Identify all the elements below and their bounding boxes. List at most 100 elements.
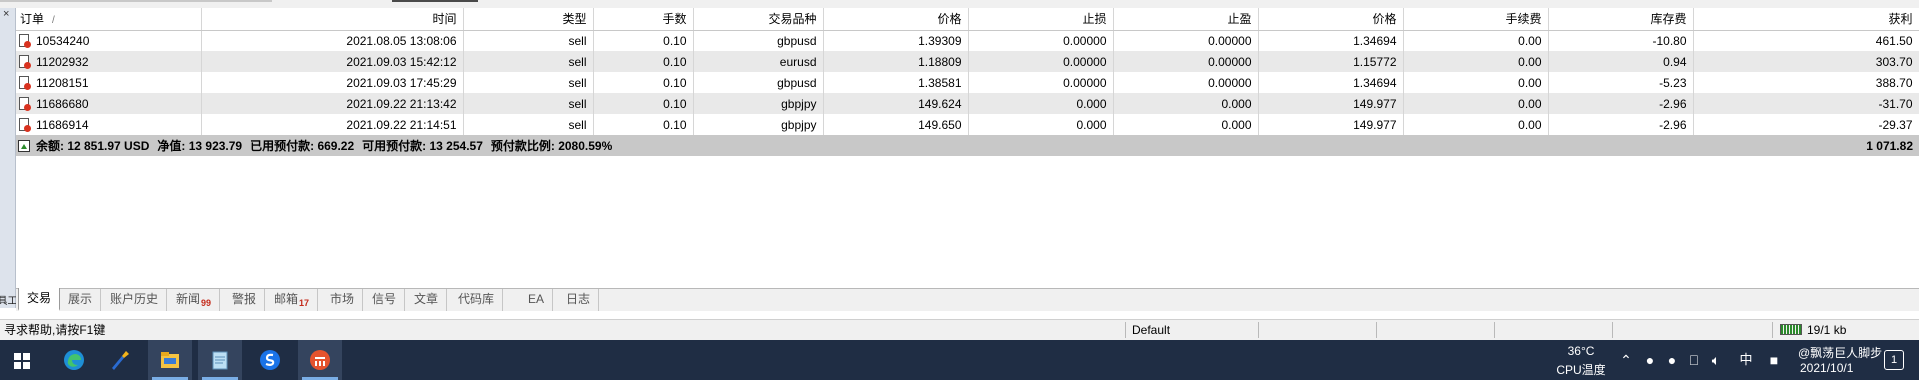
column-header-order[interactable]: 订单 / <box>16 8 202 31</box>
news-badge: 99 <box>201 298 212 308</box>
sl-cell: 0.000 <box>968 114 1114 135</box>
margin-level-value: 预付款比例: 2080.59% <box>490 139 613 153</box>
equity-value: 净值: 13 923.79 <box>157 139 243 153</box>
tab-ea[interactable]: EA <box>520 289 554 311</box>
cpu-temperature[interactable]: 36°C <box>1560 344 1602 358</box>
swap-cell: -2.96 <box>1548 93 1694 114</box>
column-header-open-price[interactable]: 价格 <box>823 8 969 31</box>
trading-terminal-icon <box>310 350 330 370</box>
status-profile[interactable]: Default <box>1128 320 1170 340</box>
price-cell: 1.34694 <box>1258 30 1404 51</box>
taskbar-edge[interactable] <box>52 340 96 380</box>
account-summary-row[interactable]: 余额: 12 851.97 USD 净值: 13 923.79 已用预付款: 669… <box>16 135 1919 156</box>
symbol-cell: gbpusd <box>693 30 824 51</box>
taskbar-paint[interactable] <box>98 340 142 380</box>
table-row[interactable]: 11686914 2021.09.22 21:14:51 sell 0.10 g… <box>16 114 1919 135</box>
order-cell: 11686680 <box>16 93 202 114</box>
user-name: @飘荡巨人脚步 <box>1798 346 1883 360</box>
terminal-tab-bar: 交易 展示 账户历史 新闻99 警报 邮箱17 市场 信号 文章 代码库 EA … <box>16 288 1919 311</box>
tab-articles[interactable]: 文章 <box>406 289 448 311</box>
volume-cell: 0.10 <box>593 93 694 114</box>
table-row[interactable]: 11686680 2021.09.22 21:13:42 sell 0.10 g… <box>16 93 1919 114</box>
table-row[interactable]: 11202932 2021.09.03 15:42:12 sell 0.10 e… <box>16 51 1919 72</box>
taskbar-trading-terminal[interactable] <box>298 340 342 380</box>
start-button[interactable] <box>0 340 44 380</box>
clock-date[interactable]: 2021/10/1 <box>1800 361 1853 375</box>
table-row[interactable]: 10534240 2021.08.05 13:08:06 sell 0.10 g… <box>16 30 1919 51</box>
chevron-up-icon[interactable]: ⌃ <box>1618 352 1634 368</box>
tab-trade[interactable]: 交易 <box>18 288 61 311</box>
status-divider <box>1612 322 1613 338</box>
type-cell: sell <box>463 30 594 51</box>
column-header-type[interactable]: 类型 <box>463 8 594 31</box>
column-header-swap[interactable]: 库存费 <box>1548 8 1694 31</box>
tab-exposure[interactable]: 展示 <box>60 289 102 311</box>
time-cell: 2021.09.03 17:45:29 <box>201 72 464 93</box>
ime-indicator[interactable]: 中 <box>1738 352 1754 368</box>
taskbar-notepad[interactable] <box>198 340 242 380</box>
total-profit-cell: 1 071.82 <box>1693 135 1919 156</box>
tp-cell: 0.00000 <box>1113 51 1259 72</box>
account-summary: 余额: 12 851.97 USD 净值: 13 923.79 已用预付款: 669… <box>16 135 1693 156</box>
connection-bars-icon <box>1780 324 1802 335</box>
tab-journal[interactable]: 日志 <box>558 289 600 311</box>
sell-order-icon <box>18 54 32 69</box>
tab-account-history[interactable]: 账户历史 <box>102 289 168 311</box>
tab-code-base[interactable]: 代码库 <box>450 289 504 311</box>
column-header-time[interactable]: 时间 <box>201 8 464 31</box>
column-header-volume[interactable]: 手数 <box>593 8 694 31</box>
column-header-sl[interactable]: 止损 <box>968 8 1114 31</box>
symbol-cell: gbpjpy <box>693 114 824 135</box>
tab-news[interactable]: 新闻99 <box>168 289 221 311</box>
column-header-symbol[interactable]: 交易品种 <box>693 8 824 31</box>
paint-brush-icon <box>112 351 129 370</box>
column-header-commission[interactable]: 手续费 <box>1403 8 1549 31</box>
price-cell: 149.977 <box>1258 93 1404 114</box>
order-number: 11208151 <box>36 75 89 90</box>
qq-icon[interactable]: ● <box>1642 352 1658 368</box>
swap-cell: -2.96 <box>1548 114 1694 135</box>
connection-status[interactable]: 19/1 kb <box>1776 320 1846 340</box>
sl-cell: 0.000 <box>968 93 1114 114</box>
open-price-cell: 1.39309 <box>823 30 969 51</box>
sell-order-icon <box>18 117 32 132</box>
column-header-price[interactable]: 价格 <box>1258 8 1404 31</box>
top-strip <box>0 0 1919 8</box>
tab-alerts[interactable]: 警报 <box>224 289 266 311</box>
toolbox-label: 工具箱 <box>0 295 16 305</box>
tab-signals[interactable]: 信号 <box>364 289 406 311</box>
free-margin-value: 可用预付款: 13 254.57 <box>362 139 483 153</box>
tab-mailbox[interactable]: 邮箱17 <box>266 289 319 311</box>
notepad-icon <box>212 351 228 370</box>
column-header-tp[interactable]: 止盈 <box>1113 8 1259 31</box>
taskbar-sogou[interactable] <box>248 340 292 380</box>
notification-icon[interactable]: 1 <box>1884 350 1904 370</box>
tp-cell: 0.00000 <box>1113 72 1259 93</box>
open-price-cell: 1.18809 <box>823 51 969 72</box>
order-cell: 11202932 <box>16 51 202 72</box>
type-cell: sell <box>463 51 594 72</box>
cpu-temperature-label: CPU温度 <box>1556 363 1606 377</box>
price-cell: 1.34694 <box>1258 72 1404 93</box>
symbol-cell: gbpjpy <box>693 93 824 114</box>
column-header-profit[interactable]: 获利 <box>1693 8 1919 31</box>
qq-icon[interactable]: ● <box>1664 352 1680 368</box>
edge-icon <box>64 350 84 370</box>
network-icon[interactable]: ⎕ <box>1686 352 1702 368</box>
windows-taskbar: 36°C CPU温度 ⌃ ● ● ⎕ 🔈︎ 中 ■ @飘荡巨人脚步 2021/1… <box>0 340 1919 380</box>
sogou-icon <box>260 350 280 370</box>
close-icon[interactable]: × <box>3 8 9 20</box>
taskbar-file-explorer[interactable] <box>148 340 192 380</box>
commission-cell: 0.00 <box>1403 93 1549 114</box>
start-icon <box>14 353 30 369</box>
type-cell: sell <box>463 93 594 114</box>
tab-market[interactable]: 市场 <box>322 289 364 311</box>
time-cell: 2021.09.22 21:13:42 <box>201 93 464 114</box>
volume-icon[interactable]: 🔈︎ <box>1708 352 1724 368</box>
volume-cell: 0.10 <box>593 30 694 51</box>
commission-cell: 0.00 <box>1403 72 1549 93</box>
order-cell: 11208151 <box>16 72 202 93</box>
sogou-ime-icon[interactable]: ■ <box>1766 352 1782 368</box>
scrollbar-thumb[interactable] <box>392 0 478 2</box>
table-row[interactable]: 11208151 2021.09.03 17:45:29 sell 0.10 g… <box>16 72 1919 93</box>
